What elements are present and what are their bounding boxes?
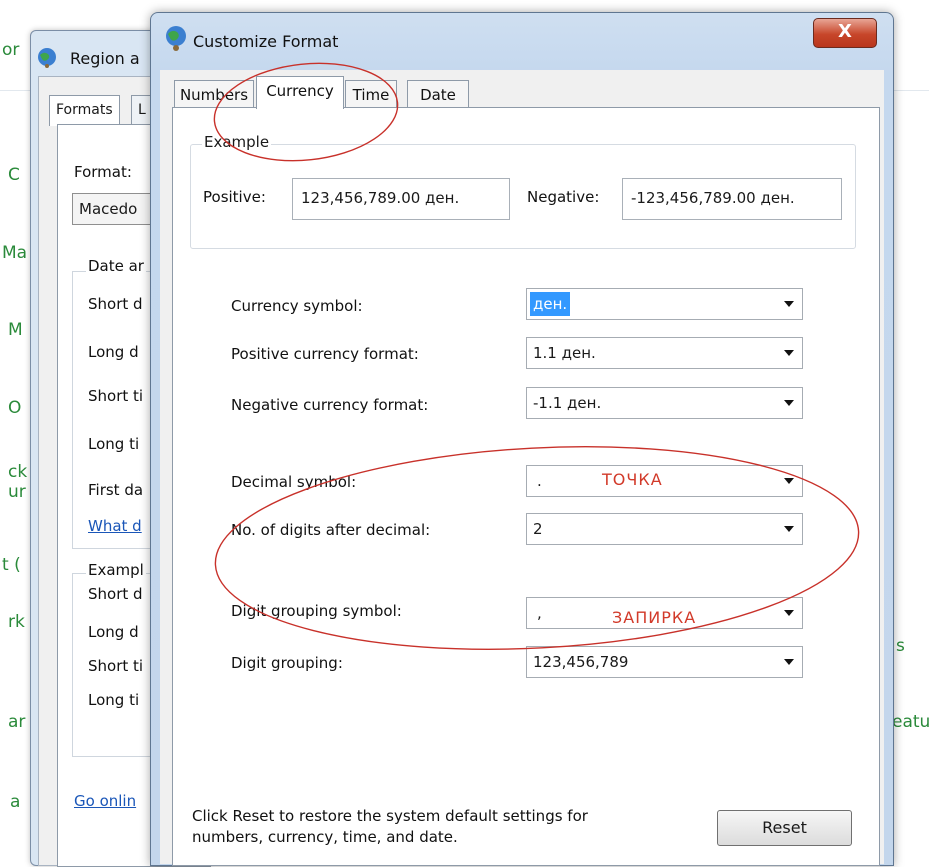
chevron-down-icon[interactable] [784,526,794,532]
first-day-label: First da [88,481,144,499]
reset-hint-text: Click Reset to restore the system defaul… [192,807,588,846]
negative-format-value: -1.1 ден. [533,394,602,412]
positive-format-value: 1.1 ден. [533,344,596,362]
globe-icon [166,26,186,51]
digit-grouping-select[interactable]: 123,456,789 [526,646,803,678]
format-label: Format: [74,163,132,181]
negative-format-label: Negative currency format: [231,396,429,414]
decimal-symbol-label: Decimal symbol: [231,473,357,491]
what-does-link[interactable]: What d [88,517,142,535]
chevron-down-icon[interactable] [784,478,794,484]
example-long-date: Long d [88,623,139,641]
currency-symbol-value: ден. [530,292,571,316]
example-group-label: Example [202,133,272,151]
chevron-down-icon[interactable] [784,350,794,356]
region-window-title: Region a [70,49,140,68]
bg-link-9[interactable]: rk [8,612,25,632]
long-time-label: Long ti [88,435,140,453]
bg-link-11[interactable]: a [10,792,20,812]
positive-format-select[interactable]: 1.1 ден. [526,337,803,369]
example-short-date: Short d [88,585,143,603]
chevron-down-icon[interactable] [784,301,794,307]
close-button[interactable]: X [813,18,877,48]
bg-right-text-2[interactable]: eatu [892,712,929,732]
bg-text-1: or [2,40,20,60]
example-long-time: Long ti [88,691,140,709]
dialog-title: Customize Format [193,32,339,51]
decimal-symbol-combo[interactable]: . [526,465,803,497]
tab-formats[interactable]: Formats [49,95,120,126]
bg-link-3[interactable]: Ma [2,243,27,263]
positive-label: Positive: [203,188,266,206]
example-short-time: Short ti [88,657,144,675]
bg-link-4[interactable]: M [8,320,23,340]
chevron-down-icon[interactable] [784,659,794,665]
tab-currency[interactable]: Currency [256,76,344,109]
short-time-label: Short ti [88,387,144,405]
currency-symbol-label: Currency symbol: [231,297,363,315]
go-online-link[interactable]: Go onlin [74,792,136,810]
long-date-label: Long d [88,343,139,361]
chevron-down-icon[interactable] [784,610,794,616]
globe-icon [38,48,56,68]
digit-grouping-symbol-value: , [537,604,542,622]
bg-link-7[interactable]: ur [8,482,26,502]
negative-format-select[interactable]: -1.1 ден. [526,387,803,419]
digit-grouping-value: 123,456,789 [533,653,629,671]
tab-time[interactable]: Time [345,80,397,109]
currency-symbol-combo[interactable]: ден. [526,288,803,320]
decimal-symbol-value: . [537,472,542,490]
date-group-label: Date ar [86,257,146,275]
positive-format-label: Positive currency format: [231,345,419,363]
chevron-down-icon[interactable] [784,400,794,406]
reset-button[interactable]: Reset [717,810,852,846]
digits-after-decimal-label: No. of digits after decimal: [231,521,431,539]
digits-after-decimal-value: 2 [533,520,543,538]
negative-example-field: -123,456,789.00 ден. [622,178,842,220]
digit-grouping-symbol-label: Digit grouping symbol: [231,602,402,620]
tab-numbers[interactable]: Numbers [174,80,254,109]
bg-link-6[interactable]: ck [8,462,27,482]
grouping-annotation: ЗАПИРКА [612,608,697,627]
bg-link-2[interactable]: C [8,165,20,185]
bg-link-5[interactable]: O [8,398,21,418]
bg-link-8[interactable]: t ( [2,555,21,575]
bg-right-text-1[interactable]: s [896,636,905,656]
bg-link-10[interactable]: ar [8,712,25,732]
digit-grouping-label: Digit grouping: [231,654,343,672]
digits-after-decimal-select[interactable]: 2 [526,513,803,545]
positive-example-field: 123,456,789.00 ден. [292,178,510,220]
tab-date[interactable]: Date [407,80,469,109]
examples-label: Exampl [86,561,146,579]
decimal-annotation: ТОЧКА [602,470,663,489]
short-date-label: Short d [88,295,143,313]
negative-label: Negative: [527,188,600,206]
